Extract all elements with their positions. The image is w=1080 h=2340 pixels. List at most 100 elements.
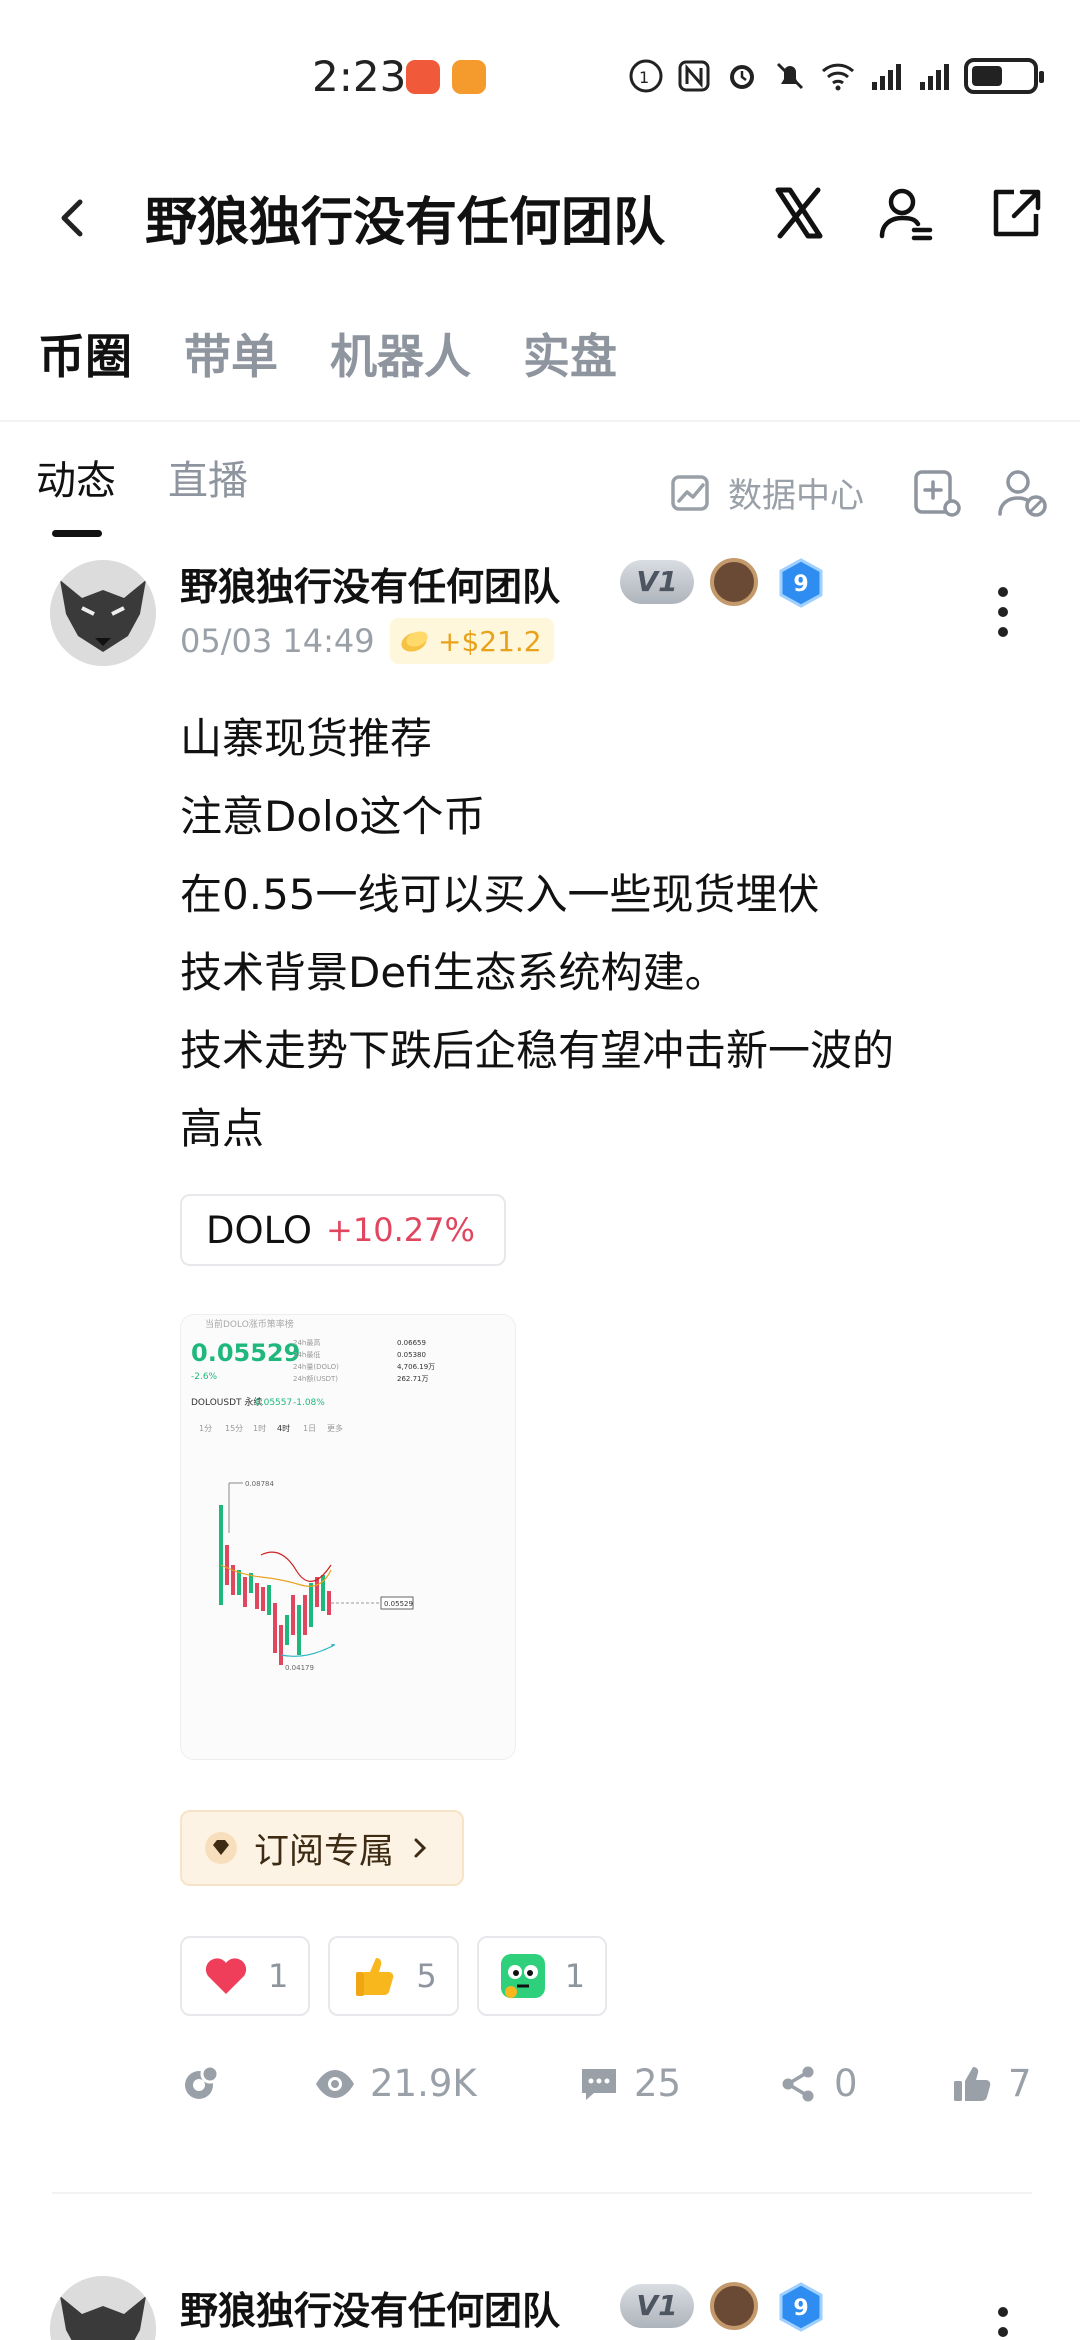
divider <box>0 420 1080 422</box>
follow-user-icon[interactable] <box>876 182 938 244</box>
post-line: 高点 <box>180 1104 265 1153</box>
rank-badge-label: 9 <box>793 2296 808 2321</box>
boll-lower-line <box>280 1644 335 1657</box>
add-post-icon[interactable] <box>910 466 964 520</box>
chart-low-label: 0.04179 <box>285 1664 314 1672</box>
shares-value: 0 <box>834 2062 858 2105</box>
chart-high-label: 0.08784 <box>245 1480 274 1488</box>
reaction-count: 1 <box>268 1957 289 1995</box>
signal-4g-icon <box>872 64 901 90</box>
author-avatar[interactable] <box>50 560 156 666</box>
likes-value: 7 <box>1008 2062 1032 2105</box>
more-options-icon[interactable] <box>997 2306 1009 2340</box>
tab-bots[interactable]: 机器人 <box>330 318 471 387</box>
share-button[interactable]: 0 <box>778 2062 858 2105</box>
app-notification-icon <box>452 60 486 94</box>
coin-change: +10.27% <box>326 1211 475 1249</box>
coin-symbol: DOLO <box>206 1208 313 1252</box>
post-line: 技术走势下跌后企稳有望冲击新一波的 <box>180 1026 895 1075</box>
app-notification-icon <box>406 60 440 94</box>
tab-live-trading[interactable]: 实盘 <box>523 318 617 387</box>
profit-badge: +$21.2 <box>390 618 554 664</box>
coin-tag[interactable]: DOLO +10.27% <box>180 1194 506 1266</box>
x-twitter-icon[interactable] <box>768 182 830 244</box>
post-line: 技术背景Defi生态系统构建。 <box>180 948 727 997</box>
boll-upper-line <box>260 1551 332 1582</box>
n-icon <box>678 60 710 92</box>
diamond-icon <box>205 1832 237 1864</box>
chart-pair-change: -1.08% <box>293 1398 325 1408</box>
views-count: 21.9K <box>314 2062 477 2105</box>
sub-tabs: 动态 直播 <box>36 448 248 506</box>
rank-badge-icon: 9 <box>779 558 823 608</box>
reaction-thumbs-up[interactable]: 5 <box>328 1936 459 2016</box>
nfc-icon: 1 <box>629 59 663 93</box>
timeframe-label: 1时 <box>253 1423 266 1433</box>
page-title: 野狼独行没有任何团队 <box>145 193 666 253</box>
repost-button[interactable] <box>180 2062 222 2104</box>
mute-icon <box>776 62 804 90</box>
stat-value: 0.06659 <box>397 1339 426 1347</box>
reaction-bar: 1 5 1 <box>180 1936 608 2016</box>
chart-edit-icon <box>671 474 709 511</box>
chart-last-label: 0.05529 <box>384 1600 413 1608</box>
post-line: 山寨现货推荐 <box>180 714 433 763</box>
post-line: 在0.55一线可以买入一些现货埋伏 <box>180 870 820 919</box>
post-body: 山寨现货推荐 注意Dolo这个币 在0.55一线可以买入一些现货埋伏 技术背景D… <box>180 700 1030 1168</box>
thinking-face-icon <box>500 1954 545 1998</box>
chart-price: 0.05529 <box>191 1339 300 1367</box>
scroll-badge-icon <box>710 2282 758 2330</box>
chart-pair: DOLOUSDT 永续 <box>191 1396 262 1408</box>
timeframe-label: 1分 <box>199 1424 212 1433</box>
wolf-avatar-icon <box>50 560 156 666</box>
scroll-badge-icon <box>710 558 758 606</box>
data-center-label: 数据中心 <box>728 476 864 516</box>
stat-label: 24h最低 <box>293 1350 320 1359</box>
eye-icon <box>316 2069 354 2098</box>
signal-5g-icon <box>920 64 949 90</box>
attached-chart-image[interactable]: 当前DOLO涨币策率榜 0.05529 -2.6% 24h最高 24h最低 24… <box>180 1314 516 1760</box>
reaction-thinking[interactable]: 1 <box>476 1936 608 2016</box>
battery-icon <box>964 58 1044 94</box>
reaction-heart[interactable]: 1 <box>180 1936 311 2016</box>
author-name[interactable]: 野狼独行没有任何团队 <box>180 2280 560 2335</box>
subscribe-exclusive-button[interactable]: 订阅专属 <box>180 1810 464 1886</box>
chart-change: -2.6% <box>191 1372 218 1382</box>
tab-feed[interactable]: 动态 <box>36 448 116 506</box>
stat-value: 4,706.19万 <box>397 1363 435 1371</box>
author-name[interactable]: 野狼独行没有任何团队 <box>180 556 560 611</box>
share-external-icon[interactable] <box>984 182 1046 244</box>
user-settings-icon[interactable] <box>996 466 1050 520</box>
chevron-right-icon <box>414 1838 427 1858</box>
chart-header: 当前DOLO涨币策率榜 <box>205 1318 294 1330</box>
more-options-icon[interactable] <box>997 586 1009 638</box>
reaction-count: 5 <box>416 1957 437 1995</box>
timeframe-label: 15分 <box>225 1424 243 1433</box>
coin-stack-icon <box>401 631 428 652</box>
author-avatar[interactable] <box>50 2276 156 2340</box>
category-tabs: 币圈 带单 机器人 实盘 <box>38 318 617 387</box>
comments-value: 25 <box>634 2062 682 2105</box>
rank-badge-label: 9 <box>793 572 808 597</box>
tab-copy-trading[interactable]: 带单 <box>184 318 278 387</box>
status-bar: 2:23 1 <box>0 0 1080 160</box>
data-center-button[interactable]: 数据中心 <box>668 468 864 517</box>
stat-value: 262.71万 <box>397 1375 429 1383</box>
stat-label: 24h最高 <box>293 1338 320 1347</box>
timeframe-label: 1日 <box>303 1424 316 1433</box>
share-icon <box>782 2066 814 2101</box>
repost-icon <box>185 2064 220 2099</box>
like-button[interactable]: 7 <box>952 2062 1032 2105</box>
comments-button[interactable]: 25 <box>578 2062 681 2105</box>
stat-label: 24h量(DOLO) <box>293 1363 339 1371</box>
level-badge: V1 <box>620 2284 694 2328</box>
wifi-icon <box>821 63 855 91</box>
post-timestamp: 05/03 14:49 <box>180 622 375 660</box>
tab-crypto[interactable]: 币圈 <box>38 318 132 387</box>
rank-badge-icon: 9 <box>779 2282 823 2332</box>
candlesticks <box>219 1505 331 1665</box>
heart-icon <box>205 1958 247 1994</box>
tab-live[interactable]: 直播 <box>168 448 248 506</box>
stat-label: 24h额(USDT) <box>293 1374 338 1383</box>
back-arrow-icon[interactable] <box>50 188 94 248</box>
